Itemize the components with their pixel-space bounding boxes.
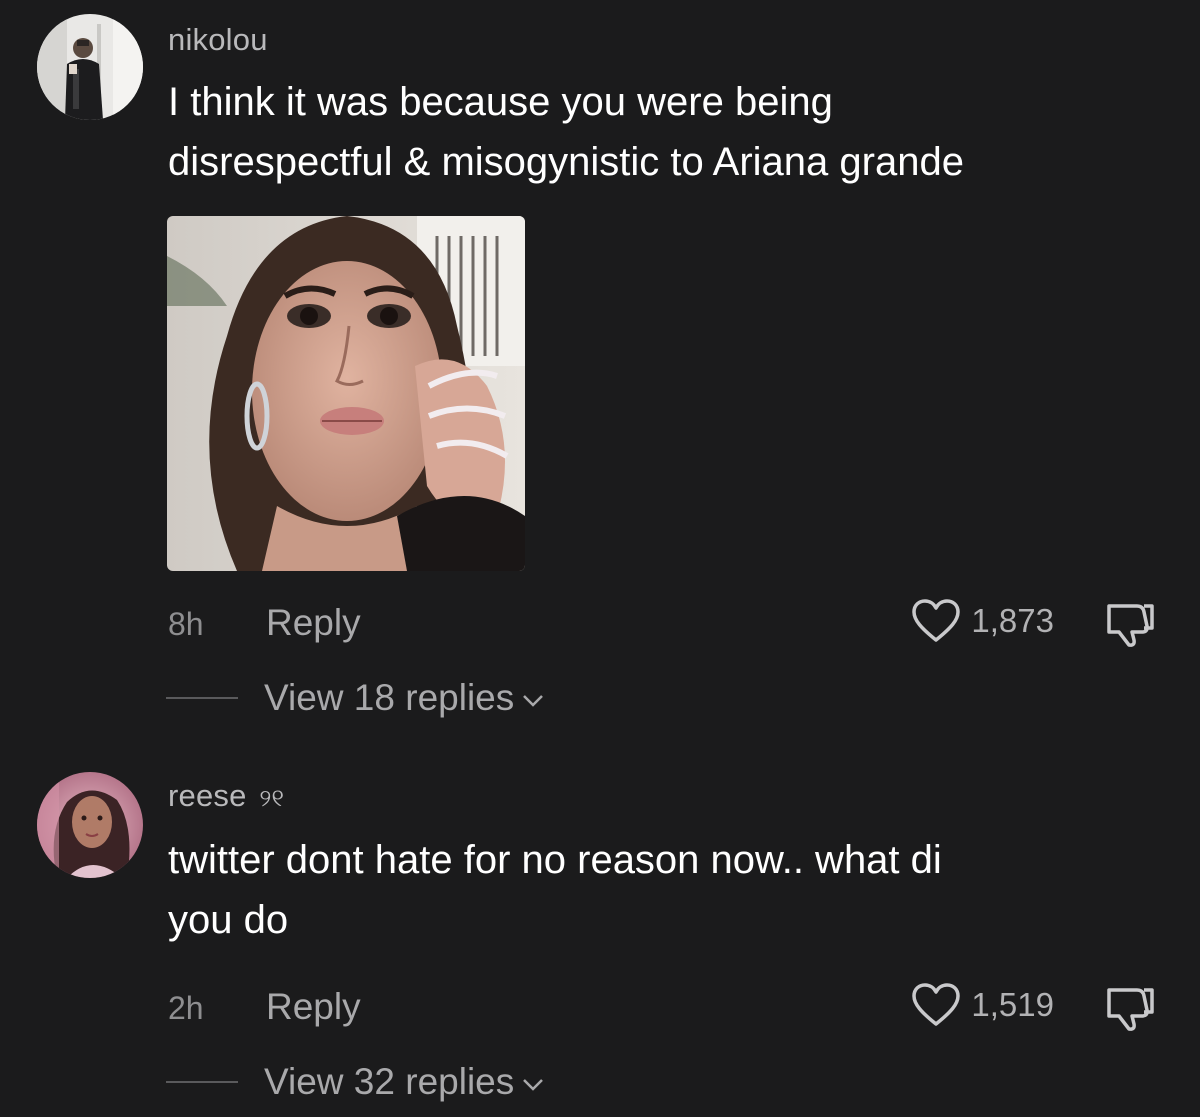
comment-text: twitter dont hate for no reason now.. wh… bbox=[168, 830, 1158, 950]
like-button[interactable]: 1,519 bbox=[911, 982, 1054, 1028]
like-count: 1,873 bbox=[971, 602, 1054, 639]
comment-username[interactable]: nikolou bbox=[168, 22, 268, 58]
replies-divider bbox=[166, 1081, 238, 1083]
reply-button[interactable]: Reply bbox=[266, 602, 361, 644]
view-replies-button[interactable]: View 18 replies bbox=[264, 677, 544, 719]
dislike-button[interactable] bbox=[1103, 598, 1155, 648]
comment-time: 8h bbox=[168, 606, 204, 642]
view-replies-label: View 18 replies bbox=[264, 677, 515, 718]
view-replies-button[interactable]: View 32 replies bbox=[264, 1061, 544, 1103]
comment-item: reese ୨୧ twitter dont hate for no reason… bbox=[0, 740, 1200, 1117]
username-glyph: ୨୧ bbox=[259, 785, 285, 812]
comment-text-line: I think it was because you were being bbox=[168, 80, 833, 124]
heart-icon bbox=[912, 599, 961, 642]
reply-button[interactable]: Reply bbox=[266, 986, 361, 1028]
comment-text-line: disrespectful & misogynistic to Ariana g… bbox=[168, 140, 964, 184]
view-replies-label: View 32 replies bbox=[264, 1061, 515, 1102]
username-text: reese bbox=[168, 778, 247, 813]
avatar[interactable] bbox=[37, 772, 143, 878]
comment-item: nikolou I think it was because you were … bbox=[0, 0, 1200, 740]
chevron-down-icon bbox=[523, 695, 544, 707]
replies-divider bbox=[166, 697, 238, 699]
comment-image[interactable] bbox=[167, 216, 525, 571]
comment-username[interactable]: reese ୨୧ bbox=[168, 778, 284, 814]
thumbs-down-icon bbox=[1107, 604, 1154, 647]
comment-text: I think it was because you were being di… bbox=[168, 72, 1158, 192]
comment-text-line: twitter dont hate for no reason now.. wh… bbox=[168, 838, 942, 882]
comment-text-line: you do bbox=[168, 898, 289, 942]
avatar[interactable] bbox=[37, 14, 143, 120]
thumbs-down-icon bbox=[1107, 988, 1154, 1031]
like-button[interactable]: 1,873 bbox=[911, 598, 1054, 644]
dislike-button[interactable] bbox=[1103, 982, 1155, 1032]
heart-icon bbox=[912, 983, 961, 1026]
like-count: 1,519 bbox=[971, 986, 1054, 1023]
chevron-down-icon bbox=[523, 1079, 544, 1091]
comment-time: 2h bbox=[168, 990, 204, 1026]
